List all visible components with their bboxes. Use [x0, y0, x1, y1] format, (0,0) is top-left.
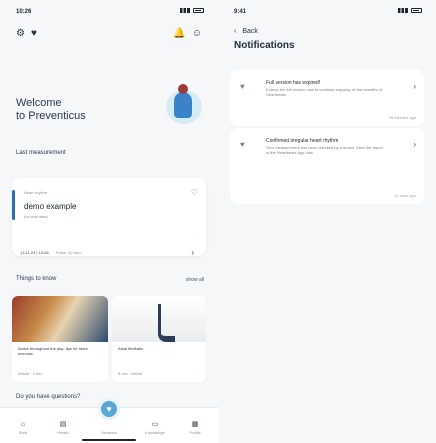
page-title: Notifications — [234, 40, 295, 51]
notification-item[interactable]: ♥ Confirmed irregular heart rhythm Your … — [230, 128, 424, 204]
welcome-line2: to Preventicus — [16, 110, 86, 122]
welcome-line1: Welcome — [16, 97, 62, 109]
tab-bar: ♥ ⌂ Start ▤ Health Measure ▭ Knowledge ▦ Pro… — [0, 398, 218, 443]
measurement-pulse: Pulse: 62 bpm — [56, 250, 82, 255]
chevron-right-icon[interactable]: › — [413, 140, 416, 149]
show-all-link[interactable]: show all — [186, 277, 204, 283]
measurement-card[interactable]: Heart rhythm demo example (no real data)… — [12, 178, 206, 257]
chevron-right-icon[interactable]: › — [191, 248, 194, 257]
notification-item[interactable]: ♥ Full version has expired! Extend the f… — [230, 70, 424, 126]
bell-icon[interactable]: 🔔 — [173, 28, 185, 42]
status-icons — [398, 8, 422, 13]
back-label: Back — [242, 28, 258, 35]
notification-title: Confirmed irregular heart rhythm — [266, 138, 339, 144]
notification-title: Full version has expired! — [266, 80, 321, 86]
notification-body: Extend the full version now to continue … — [266, 87, 382, 97]
chart-icon: ▤ — [59, 421, 67, 428]
battery-icon — [193, 8, 204, 13]
tip-meta: Article · 2 min — [18, 371, 43, 376]
tab-measure[interactable]: Measure — [94, 421, 124, 435]
heart-pulse-icon: ♥ — [240, 140, 245, 149]
notification-time: 35 minutes ago — [388, 115, 416, 120]
profile-icon[interactable]: ☺ — [192, 28, 202, 42]
notifications-screen: 9:41 ‹ Back Notifications ♥ Full version… — [218, 0, 436, 443]
tab-knowledge[interactable]: ▭ Knowledge — [140, 420, 170, 435]
home-indicator — [82, 439, 136, 441]
book-icon: ▭ — [151, 421, 159, 428]
grid-icon: ▦ — [191, 421, 199, 428]
welcome-text: Welcome to Preventicus — [16, 97, 86, 123]
heart-pulse-icon: ♥ — [240, 82, 245, 91]
notification-time: 12 days ago — [394, 193, 416, 198]
tip-image — [12, 296, 108, 342]
status-time: 10:26 — [16, 9, 32, 15]
tip-title: Active throughout the day: tips for more… — [18, 346, 88, 356]
tip-image — [112, 296, 206, 342]
chevron-right-icon[interactable]: › — [413, 82, 416, 91]
tab-profile[interactable]: ▦ Profile — [180, 420, 210, 435]
battery-icon — [411, 8, 422, 13]
tip-card[interactable]: Active throughout the day: tips for more… — [12, 296, 108, 382]
welcome-illustration — [160, 80, 204, 128]
questions-text[interactable]: Do you have questions? — [16, 394, 80, 400]
notification-body: Your measurement has been checked by a d… — [266, 145, 383, 155]
measurement-title: demo example — [24, 202, 77, 211]
status-icons — [180, 8, 204, 13]
measure-fab-button[interactable]: ♥ — [98, 398, 120, 420]
things-to-know-title: Things to know — [16, 276, 57, 282]
signal-icon — [180, 8, 190, 13]
heart-outline-icon: ♡ — [190, 188, 198, 197]
heart-icon[interactable]: ♥ — [31, 28, 37, 42]
tab-health[interactable]: ▤ Health — [48, 420, 78, 435]
measurement-note: (no real data) — [24, 214, 48, 219]
tip-title: Atrial fibrillatio — [118, 346, 143, 351]
tip-meta: 5 min · article — [118, 371, 143, 376]
status-bar: 10:26 — [0, 0, 218, 22]
home-screen: 10:26 ⚙ ♥ 🔔 ☺ Welcome to Preventicus Las… — [0, 0, 218, 443]
signal-icon — [398, 8, 408, 13]
measurement-accent — [12, 190, 15, 220]
back-button[interactable]: ‹ Back — [234, 28, 258, 35]
last-measurement-title: Last measurement — [16, 150, 66, 156]
tip-card[interactable]: Atrial fibrillatio 5 min · article — [112, 296, 206, 382]
top-icons: ⚙ ♥ 🔔 ☺ — [16, 28, 202, 42]
home-icon: ⌂ — [20, 421, 26, 428]
chevron-left-icon: ‹ — [234, 28, 237, 35]
status-bar: 9:41 — [218, 0, 436, 22]
measurement-date: 13.11.24 | 10:26 — [20, 250, 49, 255]
status-time: 9:41 — [234, 9, 247, 15]
measurement-type: Heart rhythm — [24, 190, 48, 195]
settings-icon[interactable]: ⚙ — [16, 28, 25, 42]
tab-start[interactable]: ⌂ Start — [8, 421, 38, 435]
